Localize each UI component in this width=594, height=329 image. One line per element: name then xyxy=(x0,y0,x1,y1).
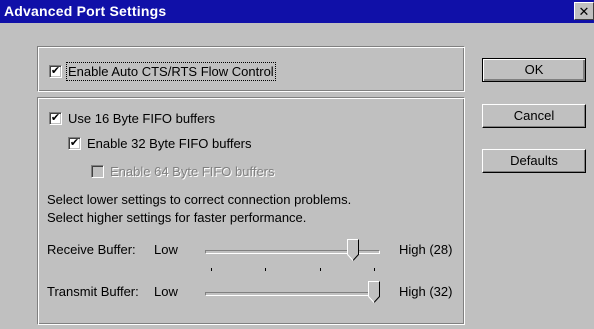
enable-32-byte-fifo-label[interactable]: Enable 32 Byte FIFO buffers xyxy=(87,136,252,151)
enable-64-byte-fifo-checkbox xyxy=(91,165,104,178)
close-button[interactable]: ✕ xyxy=(574,2,594,20)
enable-32-byte-fifo-checkbox[interactable]: ✔ xyxy=(68,137,81,150)
window-title: Advanced Port Settings xyxy=(4,3,167,19)
hint-line-2: Select higher settings for faster perfor… xyxy=(47,210,307,225)
receive-buffer-tick xyxy=(374,268,375,271)
receive-buffer-low-label: Low xyxy=(154,242,178,257)
flow-control-checkbox[interactable]: ✔ xyxy=(49,65,62,78)
receive-buffer-high-label: High (28) xyxy=(399,242,453,257)
transmit-buffer-slider-track[interactable] xyxy=(205,292,380,296)
title-bar[interactable]: Advanced Port Settings ✕ xyxy=(0,0,594,23)
transmit-buffer-label: Transmit Buffer: xyxy=(47,284,139,299)
transmit-buffer-high-label: High (32) xyxy=(399,284,453,299)
flow-control-group: ✔ Enable Auto CTS/RTS Flow Control xyxy=(37,46,465,92)
enable-64-byte-fifo-label: Enable 64 Byte FIFO buffers xyxy=(110,164,275,179)
close-icon: ✕ xyxy=(578,4,590,19)
receive-buffer-tick xyxy=(319,268,321,271)
advanced-port-settings-dialog: Advanced Port Settings ✕ ✔ Enable Auto C… xyxy=(0,0,594,329)
use-16-byte-fifo-label[interactable]: Use 16 Byte FIFO buffers xyxy=(68,111,215,126)
cancel-button[interactable]: Cancel xyxy=(482,104,586,128)
defaults-button[interactable]: Defaults xyxy=(482,149,586,173)
transmit-buffer-slider-thumb[interactable] xyxy=(368,281,380,303)
ok-button[interactable]: OK xyxy=(482,58,586,82)
flow-control-label[interactable]: Enable Auto CTS/RTS Flow Control xyxy=(66,62,276,81)
fifo-group: ✔ Use 16 Byte FIFO buffers ✔ Enable 32 B… xyxy=(37,97,465,325)
use-16-byte-fifo-checkbox[interactable]: ✔ xyxy=(49,112,62,125)
hint-line-1: Select lower settings to correct connect… xyxy=(47,192,352,207)
receive-buffer-slider-thumb[interactable] xyxy=(346,239,359,261)
receive-buffer-tick xyxy=(265,268,267,271)
receive-buffer-tick xyxy=(211,268,212,271)
receive-buffer-label: Receive Buffer: xyxy=(47,242,136,257)
transmit-buffer-low-label: Low xyxy=(154,284,178,299)
